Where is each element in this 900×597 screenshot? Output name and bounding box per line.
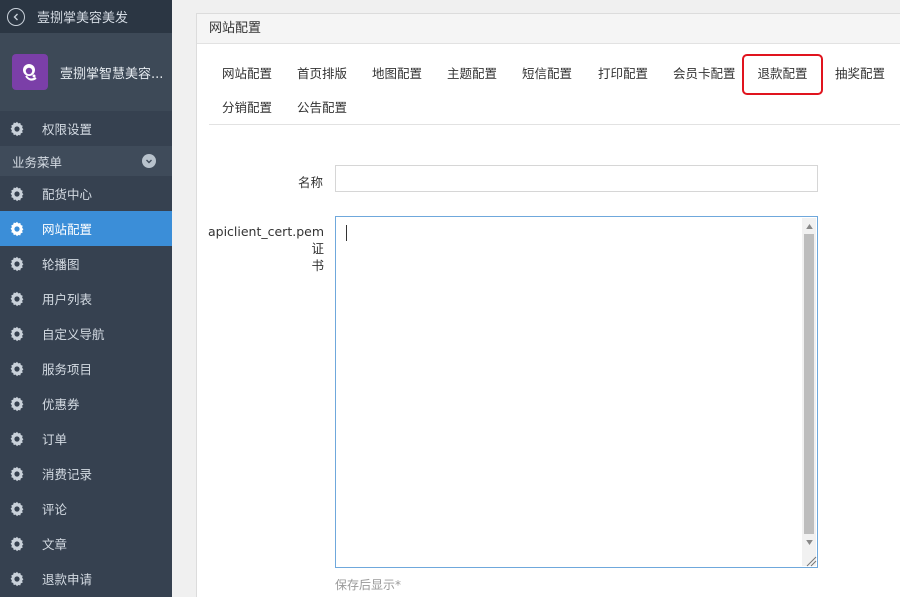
sidebar-item-label: 网站配置 [42,222,93,237]
sidebar-item-label: 退款申请 [42,572,93,587]
scroll-up-icon[interactable] [802,218,816,234]
sidebar-item[interactable]: 退款申请 [0,561,172,596]
gear-icon [8,120,26,138]
sidebar-item[interactable]: 自定义导航 [0,316,172,351]
tab-theme-config[interactable]: 主题配置 [447,62,497,86]
sidebar-item[interactable]: 服务项目 [0,351,172,386]
gear-icon [8,500,26,518]
brand-block[interactable]: 壹捌掌智慧美容... [0,33,172,111]
sidebar-item-label: 用户列表 [42,292,93,307]
gear-icon [8,570,26,588]
gear-icon [8,185,26,203]
gear-icon [8,535,26,553]
sidebar-item-label: 配货中心 [42,187,93,202]
tab-home-layout[interactable]: 首页排版 [297,62,347,86]
panel-title: 网站配置 [197,14,900,44]
tab-distribution-config[interactable]: 分销配置 [222,96,272,120]
cert-label-line2: 书 [311,258,324,273]
sidebar-item[interactable]: 优惠券 [0,386,172,421]
cert-label-line1: apiclient_cert.pem 证 [207,224,324,256]
sidebar-item-label: 消费记录 [42,467,93,482]
name-input[interactable] [335,165,818,192]
brand-name: 壹捌掌智慧美容... [60,66,164,82]
sidebar-item[interactable]: 订单 [0,421,172,456]
cert-label: apiclient_cert.pem 证 书 [197,223,324,274]
scroll-down-icon[interactable] [802,534,816,550]
textarea-scrollbar[interactable] [802,218,816,566]
sidebar-item-permissions[interactable]: 权限设置 [0,111,172,146]
back-icon[interactable] [7,7,25,26]
gear-icon [8,325,26,343]
sidebar: 壹捌掌美容美发 壹捌掌智慧美容... 权限设置 业务菜单 配货中心网站配置轮播图… [0,0,172,597]
sidebar-item-label: 自定义导航 [42,327,105,342]
sidebar-item-label: 权限设置 [42,122,93,137]
sidebar-item[interactable]: 文章 [0,526,172,561]
sidebar-item[interactable]: 消费记录 [0,456,172,491]
tab-lottery-config[interactable]: 抽奖配置 [835,62,885,86]
sidebar-item-label: 订单 [42,432,68,447]
gear-icon [8,290,26,308]
tab-membership-config[interactable]: 会员卡配置 [673,62,736,86]
resize-handle-icon[interactable] [801,551,817,567]
gear-icon [8,360,26,378]
save-hint: 保存后显示* [335,578,402,592]
sidebar-item[interactable]: 评论 [0,491,172,526]
text-caret [346,225,347,241]
app-title: 壹捌掌美容美发 [37,11,129,26]
tab-refund-config[interactable]: 退款配置 [742,54,823,95]
sidebar-item-label: 评论 [42,502,68,517]
gear-icon [8,465,26,483]
scrollbar-thumb[interactable] [804,234,814,534]
sidebar-item[interactable]: 轮播图 [0,246,172,281]
sidebar-item-label: 优惠券 [42,397,80,412]
gear-icon [8,430,26,448]
cert-textarea[interactable] [335,216,818,568]
config-panel: 网站配置 网站配置 首页排版 地图配置 主题配置 短信配置 打印配置 会员卡配置… [196,13,900,597]
name-label: 名称 [297,175,323,190]
tab-print-config[interactable]: 打印配置 [598,62,648,86]
gear-icon [8,395,26,413]
sidebar-section-business[interactable]: 业务菜单 [0,146,172,176]
section-label: 业务菜单 [12,154,63,170]
sidebar-item-label: 服务项目 [42,362,93,377]
sidebar-header: 壹捌掌美容美发 [0,0,172,33]
gear-icon [8,220,26,238]
tab-map-config[interactable]: 地图配置 [372,62,422,86]
sidebar-item-label: 轮播图 [42,257,80,272]
sidebar-item[interactable]: 配货中心 [0,176,172,211]
gear-icon [8,255,26,273]
sidebar-item[interactable]: 用户列表 [0,281,172,316]
sidebar-item-label: 文章 [42,537,68,552]
sidebar-item[interactable]: 网站配置 [0,211,172,246]
tab-notice-config[interactable]: 公告配置 [297,96,347,120]
tab-sms-config[interactable]: 短信配置 [522,62,572,86]
config-tabs: 网站配置 首页排版 地图配置 主题配置 短信配置 打印配置 会员卡配置 退款配置… [209,54,900,125]
chevron-down-icon[interactable] [142,154,156,168]
tab-site-config[interactable]: 网站配置 [222,62,272,86]
brand-logo-icon [12,54,48,90]
